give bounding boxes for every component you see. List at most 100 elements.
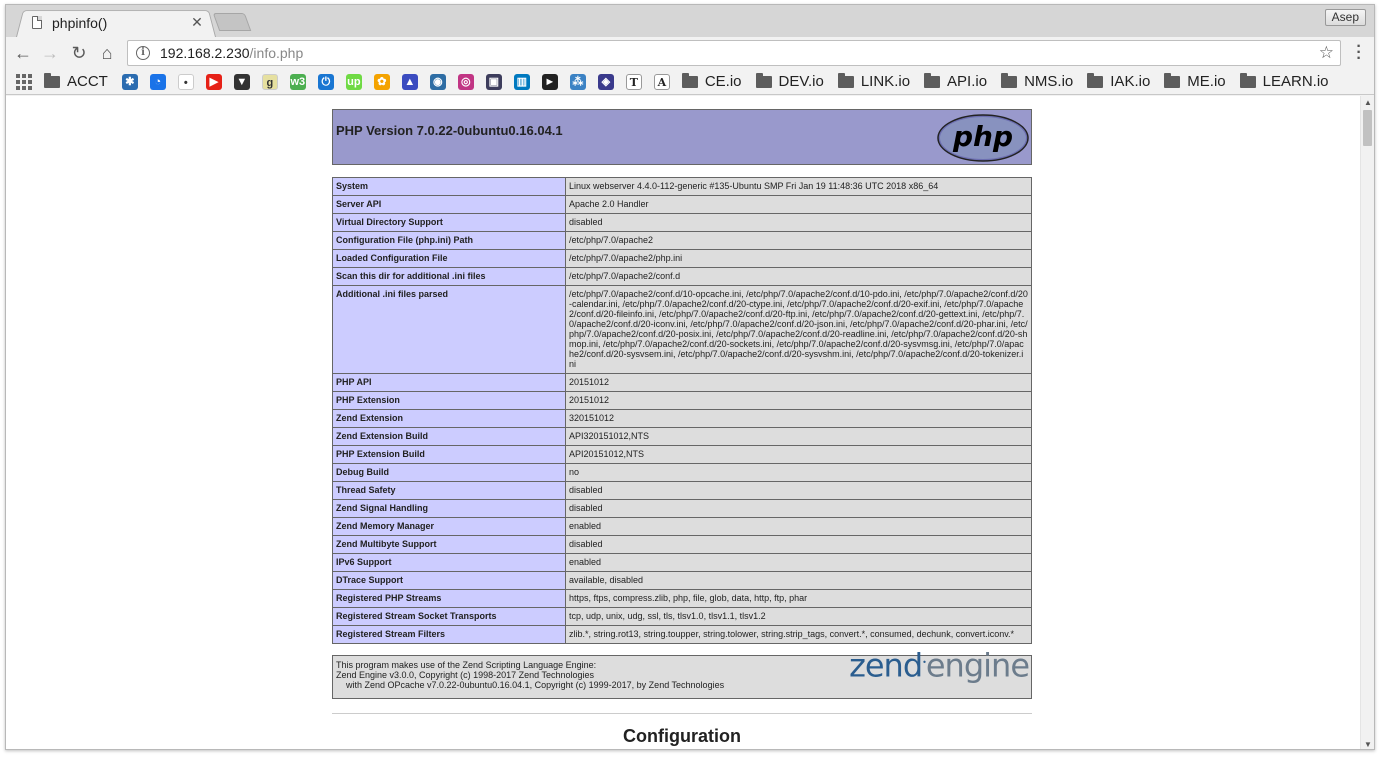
info-key: IPv6 Support [332, 553, 566, 572]
filter-icon[interactable]: ▼ [233, 73, 250, 90]
system-info-table: System Linux webserver 4.4.0-112-generic … [332, 177, 1032, 644]
toolbar: ← → ↻ ⌂ i 192.168.2.230/info.php ☆ · · · [6, 37, 1374, 69]
menu-icon[interactable]: · · · [1352, 39, 1366, 67]
folder-icon [924, 72, 941, 88]
tab-phpinfo[interactable]: phpinfo() ✕ [28, 8, 204, 37]
box-icon[interactable]: ▣ [485, 73, 502, 90]
info-key: Thread Safety [332, 481, 566, 500]
star-icon[interactable]: ☆ [1319, 43, 1334, 63]
zend-engine-box: This program makes use of the Zend Scrip… [332, 650, 1032, 699]
info-row: Registered PHP Streams https, ftps, compr… [332, 589, 1032, 608]
bookmark-label: DEV.io [778, 73, 824, 90]
info-value: zlib.*, string.rot13, string.toupper, st… [565, 625, 1032, 644]
info-row: IPv6 Support enabled [332, 553, 1032, 572]
power-icon[interactable]: ⏻ [317, 73, 334, 90]
folder-icon [1164, 72, 1181, 88]
info-value: API320151012,NTS [565, 427, 1032, 446]
apps-icon[interactable] [16, 73, 32, 90]
folder-icon [755, 72, 772, 88]
bookmark-label: LEARN.io [1262, 73, 1329, 90]
bookmark-folder-acct[interactable]: ACCT [44, 72, 108, 92]
profile-button[interactable]: Asep [1324, 9, 1366, 26]
triangle-icon[interactable]: ▲ [401, 73, 418, 90]
close-icon[interactable]: ✕ [190, 14, 204, 31]
t-icon[interactable]: T [625, 73, 642, 90]
w3-icon[interactable]: w3 [289, 73, 306, 90]
owl-icon[interactable]: ◉ [429, 73, 446, 90]
scroll-thumb[interactable] [1363, 110, 1372, 146]
zend-engine-logo[interactable]: zend•engine [849, 650, 1030, 682]
sync-icon[interactable]: ◔ [149, 73, 166, 90]
info-value: Apache 2.0 Handler [565, 195, 1032, 214]
zend-line-3: with Zend OPcache v7.0.22-0ubuntu0.16.04… [346, 680, 725, 690]
page-viewport[interactable]: PHP Version 7.0.22-0ubuntu0.16.04.1 php … [6, 96, 1362, 749]
bookmark-folder-iak[interactable]: IAK.io [1087, 72, 1150, 92]
configuration-heading: Configuration [623, 726, 741, 746]
network-icon[interactable]: ⁂ [569, 73, 586, 90]
scroll-down-arrow-icon[interactable]: ▼ [1364, 740, 1372, 749]
info-key: Zend Extension Build [332, 427, 566, 446]
bookmark-folder-dev[interactable]: DEV.io [755, 72, 824, 92]
info-value: /etc/php/7.0/apache2/conf.d/10-opcache.i… [565, 285, 1032, 374]
info-row: Registered Stream Filters zlib.*, string.… [332, 625, 1032, 644]
info-value: Linux webserver 4.4.0-112-generic #135-U… [565, 177, 1032, 196]
trello-icon[interactable]: ▥ [513, 73, 530, 90]
forward-arrow-icon[interactable]: → [39, 43, 61, 63]
info-row: Zend Extension Build API320151012,NTS [332, 427, 1032, 446]
info-row: PHP API 20151012 [332, 373, 1032, 392]
info-value: enabled [565, 517, 1032, 536]
folder-icon [1001, 72, 1018, 88]
info-value: no [565, 463, 1032, 482]
info-row: PHP Extension 20151012 [332, 391, 1032, 410]
vertical-scrollbar[interactable]: ▲ ▼ [1360, 96, 1374, 749]
info-key: Zend Memory Manager [332, 517, 566, 536]
bookmark-folder-learn[interactable]: LEARN.io [1239, 72, 1329, 92]
bookmark-favicons: ✱ ◔ • ▶ ▼ g w3 ⏻ up ✿ ▲ ◉ ◎ ▣ ▥ ► ⁂ ◈ T A [121, 73, 682, 90]
tab-title: phpinfo() [52, 14, 108, 31]
bookmark-folder-nms[interactable]: NMS.io [1001, 72, 1073, 92]
info-value: https, ftps, compress.zlib, php, file, g… [565, 589, 1032, 608]
address-bar[interactable]: i 192.168.2.230/info.php ☆ [127, 40, 1341, 66]
php-logo[interactable]: php [937, 114, 1029, 162]
info-row: Thread Safety disabled [332, 481, 1032, 500]
back-arrow-icon[interactable]: ← [12, 43, 34, 63]
engine-logo-word: engine [925, 646, 1030, 685]
home-icon[interactable]: ⌂ [96, 43, 118, 63]
bookmark-folder-me[interactable]: ME.io [1164, 72, 1226, 92]
info-key: Server API [332, 195, 566, 214]
info-value: disabled [565, 481, 1032, 500]
instagram-icon[interactable]: ◎ [457, 73, 474, 90]
new-tab-button[interactable] [212, 13, 252, 31]
folder-icon [1087, 72, 1104, 88]
pinwheel-icon[interactable]: ✿ [373, 73, 390, 90]
asterisk-icon[interactable]: ✱ [121, 73, 138, 90]
info-value: enabled [565, 553, 1032, 572]
info-value: disabled [565, 499, 1032, 518]
info-value: API20151012,NTS [565, 445, 1032, 464]
bookmark-folder-link[interactable]: LINK.io [837, 72, 910, 92]
scroll-up-arrow-icon[interactable]: ▲ [1364, 98, 1372, 107]
info-key: DTrace Support [332, 571, 566, 590]
play-icon[interactable]: ► [541, 73, 558, 90]
bookmark-folder-api[interactable]: API.io [924, 72, 987, 92]
url-host: 192.168.2.230 [160, 45, 250, 61]
info-row: Additional .ini files parsed/etc/php/7.0… [332, 285, 1032, 374]
folder-icon [837, 72, 854, 88]
badge-icon[interactable]: ◈ [597, 73, 614, 90]
info-key: Virtual Directory Support [332, 213, 566, 232]
info-row: Scan this dir for additional .ini files /… [332, 267, 1032, 286]
info-icon[interactable]: i [136, 46, 150, 60]
info-row: Server API Apache 2.0 Handler [332, 195, 1032, 214]
upwork-icon[interactable]: up [345, 73, 362, 90]
reload-icon[interactable]: ↻ [68, 43, 90, 63]
info-key: PHP API [332, 373, 566, 392]
info-row: Zend Extension 320151012 [332, 409, 1032, 428]
a-icon[interactable]: A [653, 73, 670, 90]
g-icon[interactable]: g [261, 73, 278, 90]
dots-icon[interactable]: • [177, 73, 194, 90]
youtube-icon[interactable]: ▶ [205, 73, 222, 90]
bookmark-folder-ce[interactable]: CE.io [681, 72, 742, 92]
info-key: Loaded Configuration File [332, 249, 566, 268]
php-logo-text: php [952, 120, 1013, 153]
info-row: Configuration File (php.ini) Path/etc/ph… [332, 231, 1032, 250]
